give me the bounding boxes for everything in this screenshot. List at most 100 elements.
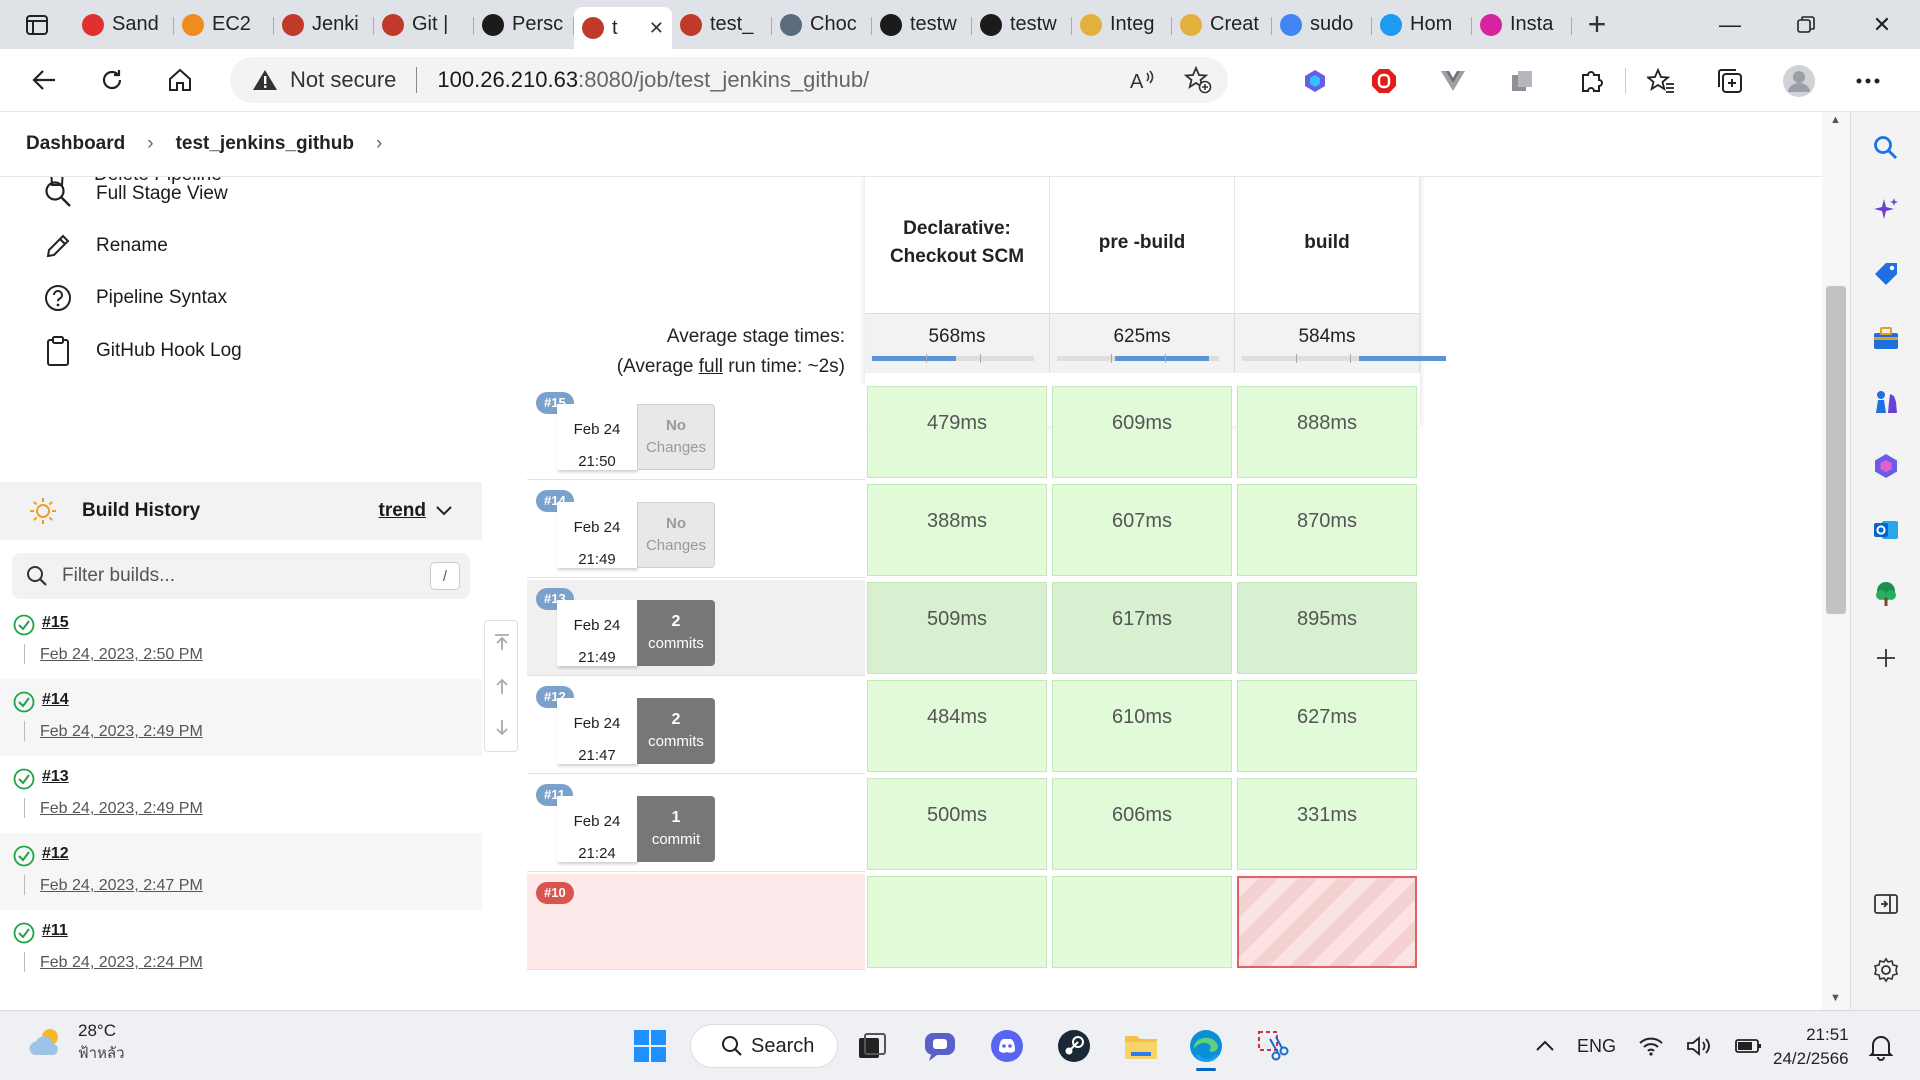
weather-widget[interactable]: 28°C ฟ้าหลัว	[26, 1021, 125, 1065]
stage-duration-cell[interactable]: 606ms	[1052, 778, 1232, 870]
build-history-row[interactable]: #15 Feb 24, 2023, 2:50 PM	[0, 602, 482, 679]
scroll-down-arrow-icon[interactable]: ▼	[1830, 992, 1841, 1004]
browser-tab[interactable]: Sand	[74, 7, 174, 43]
sidebar-search[interactable]	[1870, 132, 1902, 164]
run-row[interactable]: #15 Feb 24 21:50 No Changes	[527, 384, 865, 480]
build-date-link[interactable]: Feb 24, 2023, 2:24 PM	[40, 954, 203, 972]
extension-copilot[interactable]	[1280, 49, 1349, 112]
collections-button[interactable]	[1695, 49, 1764, 112]
scroll-up-icon[interactable]	[493, 677, 511, 695]
task-view-button[interactable]	[852, 1026, 892, 1066]
sidebar-games[interactable]	[1870, 386, 1902, 418]
build-number-link[interactable]: #12	[42, 845, 69, 863]
scroll-down-icon[interactable]	[493, 719, 511, 737]
page-scrollbar[interactable]: ▲ ▼	[1822, 112, 1850, 1010]
task-full-stage-view[interactable]: Full Stage View	[44, 180, 228, 208]
browser-tab[interactable]: test_	[672, 7, 772, 43]
stage-duration-cell[interactable]: 609ms	[1052, 386, 1232, 478]
breadcrumb-dashboard[interactable]: Dashboard	[26, 133, 125, 155]
chevron-up-icon[interactable]	[1535, 1040, 1555, 1052]
favorites-button[interactable]	[1626, 49, 1695, 112]
extension-adblock[interactable]	[1349, 49, 1418, 112]
discord-button[interactable]	[987, 1026, 1027, 1066]
task-rename[interactable]: Rename	[44, 232, 168, 260]
stage-duration-cell[interactable]: 509ms	[867, 582, 1047, 674]
browser-tab[interactable]: sudo	[1272, 7, 1372, 43]
run-row[interactable]: #10	[527, 874, 865, 970]
volume-icon[interactable]	[1686, 1035, 1712, 1057]
stage-duration-cell[interactable]: 607ms	[1052, 484, 1232, 576]
full-run-link[interactable]: full	[699, 356, 723, 377]
stage-duration-cell[interactable]: 479ms	[867, 386, 1047, 478]
home-button[interactable]	[146, 49, 214, 112]
build-number-link[interactable]: #11	[42, 922, 68, 940]
stage-duration-cell[interactable]: 627ms	[1237, 680, 1417, 772]
build-history-row[interactable]: #14 Feb 24, 2023, 2:49 PM	[0, 679, 482, 756]
stage-failed-cell[interactable]	[1237, 876, 1417, 968]
build-date-link[interactable]: Feb 24, 2023, 2:47 PM	[40, 877, 203, 895]
sidebar-shopping[interactable]	[1870, 258, 1902, 290]
browser-tab[interactable]: Persc	[474, 7, 574, 43]
stage-duration-cell[interactable]: 500ms	[867, 778, 1047, 870]
browser-tab[interactable]: testw	[872, 7, 972, 43]
stage-duration-cell[interactable]: 331ms	[1237, 778, 1417, 870]
build-date-link[interactable]: Feb 24, 2023, 2:50 PM	[40, 646, 203, 664]
stage-duration-cell[interactable]: 617ms	[1052, 582, 1232, 674]
close-window-button[interactable]: ✕	[1844, 0, 1920, 49]
extensions-button[interactable]	[1556, 49, 1625, 112]
stage-duration-cell[interactable]: 888ms	[1237, 386, 1417, 478]
browser-tab[interactable]: Choc	[772, 7, 872, 43]
breadcrumb-job[interactable]: test_jenkins_github	[176, 133, 354, 155]
run-badge[interactable]: #10	[536, 882, 574, 904]
browser-tab[interactable]: EC2	[174, 7, 274, 43]
minimize-button[interactable]: —	[1692, 0, 1768, 49]
build-date-link[interactable]: Feb 24, 2023, 2:49 PM	[40, 800, 203, 818]
sidebar-add-button[interactable]	[1870, 642, 1902, 674]
run-changes[interactable]: 2 commits	[637, 600, 715, 666]
run-row[interactable]: #14 Feb 24 21:49 No Changes	[527, 482, 865, 578]
extension-vue[interactable]	[1418, 49, 1487, 112]
url-bar[interactable]: Not secure 100.26.210.63:8080/job/test_j…	[230, 57, 1228, 103]
settings-more-button[interactable]	[1833, 49, 1902, 112]
edge-taskbar-button[interactable]	[1186, 1026, 1226, 1071]
sidebar-settings-button[interactable]	[1870, 954, 1902, 986]
build-history-row[interactable]: #12 Feb 24, 2023, 2:47 PM	[0, 833, 482, 910]
browser-tab[interactable]: Creat	[1172, 7, 1272, 43]
run-changes[interactable]: 2 commits	[637, 698, 715, 764]
build-date-link[interactable]: Feb 24, 2023, 2:49 PM	[40, 723, 203, 741]
browser-tab[interactable]: Insta	[1472, 7, 1572, 43]
stage-duration-cell[interactable]: 870ms	[1237, 484, 1417, 576]
build-number-link[interactable]: #13	[42, 768, 69, 786]
teams-chat-button[interactable]	[920, 1026, 960, 1066]
scroll-up-arrow-icon[interactable]: ▲	[1830, 114, 1841, 126]
refresh-button[interactable]	[78, 49, 146, 112]
browser-tab[interactable]: t ✕	[574, 7, 672, 49]
restore-button[interactable]	[1768, 0, 1844, 49]
clock[interactable]: 21:51 24/2/2566	[1773, 1023, 1849, 1071]
language-indicator[interactable]: ENG	[1577, 1036, 1616, 1057]
sidebar-hide-button[interactable]	[1870, 888, 1902, 920]
build-history-row[interactable]: #13 Feb 24, 2023, 2:49 PM	[0, 756, 482, 833]
close-tab-icon[interactable]: ✕	[649, 18, 664, 39]
not-secure-label[interactable]: Not secure	[290, 67, 396, 93]
sidebar-copilot[interactable]	[1870, 450, 1902, 482]
browser-tab[interactable]: Integ	[1072, 7, 1172, 43]
sidebar-outlook[interactable]	[1870, 514, 1902, 546]
extension-copy[interactable]	[1487, 49, 1556, 112]
stage-duration-cell[interactable]: 610ms	[1052, 680, 1232, 772]
file-explorer-button[interactable]	[1121, 1026, 1161, 1066]
build-number-link[interactable]: #14	[42, 691, 69, 709]
task-github-hook-log[interactable]: GitHub Hook Log	[44, 336, 242, 366]
browser-tab[interactable]: Jenki	[274, 7, 374, 43]
stage-duration-cell[interactable]: 388ms	[867, 484, 1047, 576]
run-row[interactable]: #13 Feb 24 21:49 2 commits	[527, 580, 865, 676]
notification-bell-icon[interactable]	[1868, 1033, 1894, 1061]
tab-actions-button[interactable]	[0, 0, 74, 49]
build-history-row[interactable]: #11 Feb 24, 2023, 2:24 PM	[0, 910, 482, 987]
battery-icon[interactable]	[1734, 1036, 1762, 1056]
breadcrumb-chevron-icon[interactable]: ›	[376, 133, 382, 155]
run-changes[interactable]: 1 commit	[637, 796, 715, 862]
stage-duration-cell[interactable]	[1052, 876, 1232, 968]
stage-duration-cell[interactable]: 484ms	[867, 680, 1047, 772]
snipping-tool-button[interactable]	[1253, 1026, 1293, 1066]
